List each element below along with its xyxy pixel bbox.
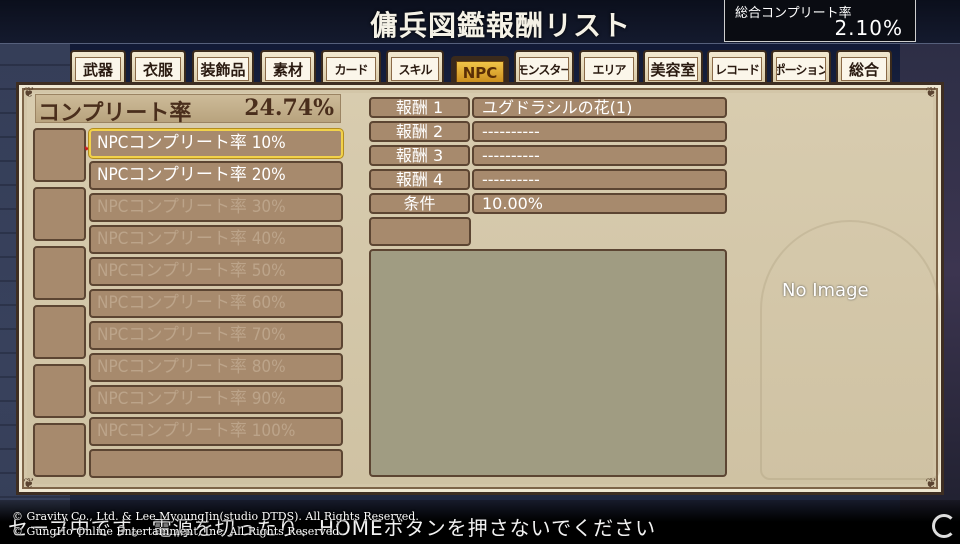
reward-icon-slot bbox=[33, 364, 86, 418]
tab-areas[interactable]: エリア bbox=[579, 50, 639, 84]
tab-accessories[interactable]: 装飾品 bbox=[192, 50, 254, 84]
reward-row[interactable]: NPCコンプリート率 30% bbox=[89, 193, 343, 222]
tab-label: ポーション bbox=[776, 57, 826, 81]
tab-cards[interactable]: カード bbox=[321, 50, 381, 84]
reward1-value: ユグドラシルの花(1) bbox=[472, 97, 727, 118]
reward-row[interactable]: NPCコンプリート率 100% bbox=[89, 417, 343, 446]
total-completion-box: 総合コンプリート率 2.10% bbox=[724, 0, 916, 42]
tab-label: カード bbox=[326, 57, 376, 81]
no-image-text: No Image bbox=[782, 280, 869, 301]
tab-label: 美容室 bbox=[648, 57, 698, 81]
reward1-label: 報酬 1 bbox=[369, 97, 470, 118]
reward4-label: 報酬 4 bbox=[369, 169, 470, 190]
reward3-label: 報酬 3 bbox=[369, 145, 470, 166]
completion-rate-value: 24.74% bbox=[244, 95, 334, 121]
reward-icon-slot bbox=[33, 423, 86, 477]
tab-potions[interactable]: ポーション bbox=[771, 50, 831, 84]
tab-label: 総合 bbox=[841, 57, 887, 81]
tab-skills[interactable]: スキル bbox=[386, 50, 444, 84]
completion-rate-label: コンプリート率 bbox=[38, 100, 192, 126]
corner-ornament-icon: ❦ bbox=[23, 85, 35, 101]
tab-overall[interactable]: 総合 bbox=[836, 50, 892, 84]
background-emblem bbox=[760, 220, 940, 480]
reward-row[interactable]: NPCコンプリート率 80% bbox=[89, 353, 343, 382]
reward-icon-slot bbox=[33, 246, 86, 300]
reward3-value: ---------- bbox=[472, 145, 727, 166]
corner-ornament-icon: ❦ bbox=[23, 476, 35, 492]
reward-row[interactable]: NPCコンプリート率 60% bbox=[89, 289, 343, 318]
tab-label: 衣服 bbox=[135, 57, 181, 81]
tab-beauty-salon[interactable]: 美容室 bbox=[643, 50, 703, 84]
reward-row[interactable]: NPCコンプリート率 50% bbox=[89, 257, 343, 286]
preview-image-frame bbox=[369, 249, 727, 477]
saving-spinner-icon bbox=[932, 514, 956, 538]
condition-label: 条件 bbox=[369, 193, 470, 214]
tab-clothes[interactable]: 衣服 bbox=[130, 50, 186, 84]
reward-icon-slot bbox=[33, 187, 86, 241]
reward-row[interactable]: NPCコンプリート率 20% bbox=[89, 161, 343, 190]
tab-label: スキル bbox=[391, 57, 439, 81]
reward-row[interactable]: NPCコンプリート率 90% bbox=[89, 385, 343, 414]
tab-weapons[interactable]: 武器 bbox=[70, 50, 126, 84]
tab-materials[interactable]: 素材 bbox=[260, 50, 316, 84]
tab-label: 武器 bbox=[75, 57, 121, 81]
condition-value: 10.00% bbox=[472, 193, 727, 214]
reward-row[interactable]: NPCコンプリート率 40% bbox=[89, 225, 343, 254]
total-completion-value: 2.10% bbox=[834, 16, 903, 40]
corner-ornament-icon: ❦ bbox=[925, 85, 937, 101]
completion-rate-header: コンプリート率 24.74% bbox=[35, 94, 341, 126]
tab-records[interactable]: レコード bbox=[707, 50, 767, 84]
page-title: 傭兵図鑑報酬リスト bbox=[370, 9, 632, 42]
reward-row[interactable]: NPCコンプリート率 70% bbox=[89, 321, 343, 350]
copyright-gungho: © GungHo Online Entertainment, Inc. All … bbox=[12, 525, 343, 538]
reward2-label: 報酬 2 bbox=[369, 121, 470, 142]
tab-monsters[interactable]: モンスター bbox=[514, 50, 574, 84]
tab-label: エリア bbox=[584, 57, 634, 81]
tab-label: レコード bbox=[712, 57, 762, 81]
title-bar: 傭兵図鑑報酬リスト 総合コンプリート率 2.10% bbox=[0, 0, 960, 44]
reward-row-empty[interactable] bbox=[89, 449, 343, 478]
tab-label: モンスター bbox=[519, 57, 569, 81]
reward4-value: ---------- bbox=[472, 169, 727, 190]
tab-label: 素材 bbox=[265, 57, 311, 81]
detail-extra-slot bbox=[369, 217, 471, 246]
reward-icon-slot bbox=[33, 128, 86, 182]
tab-label: 装飾品 bbox=[197, 57, 249, 81]
copyright-gravity: © Gravity Co., Ltd. & Lee MyoungJin(stud… bbox=[12, 510, 419, 523]
reward-icon-slot bbox=[33, 305, 86, 359]
reward-row-selected[interactable]: NPCコンプリート率 10% bbox=[89, 129, 343, 158]
reward2-value: ---------- bbox=[472, 121, 727, 142]
